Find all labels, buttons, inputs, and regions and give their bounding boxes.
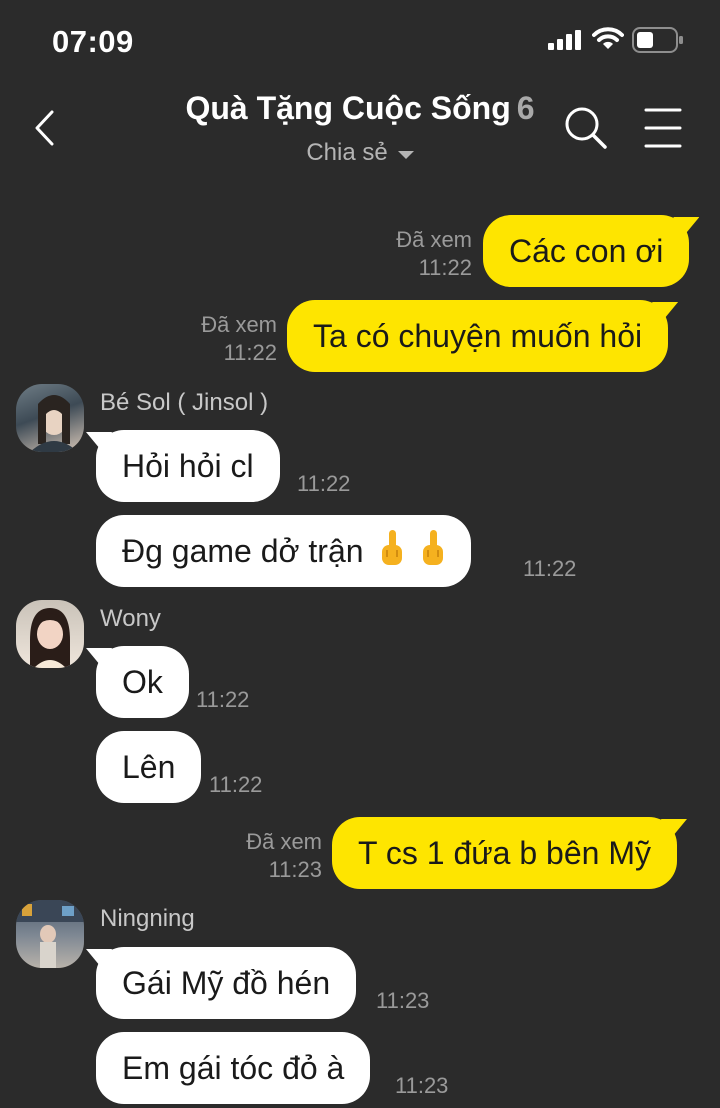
avatar[interactable] xyxy=(16,600,84,668)
incoming-message-bubble[interactable]: Hỏi hỏi cl xyxy=(96,430,280,502)
middle-finger-emoji xyxy=(423,530,444,565)
chat-title[interactable]: Quà Tặng Cuộc Sống 6 xyxy=(100,90,620,127)
outgoing-message-bubble[interactable]: Các con ơi xyxy=(483,215,690,287)
avatar-image xyxy=(16,900,84,968)
avatar[interactable] xyxy=(16,900,84,968)
chevron-left-icon xyxy=(35,110,54,146)
outgoing-message-bubble[interactable]: Ta có chuyện muốn hỏi xyxy=(287,300,669,372)
read-receipt: Đã xem xyxy=(246,829,322,854)
search-icon xyxy=(565,107,607,149)
hamburger-menu-icon xyxy=(644,108,682,148)
back-button[interactable] xyxy=(24,106,64,150)
message-time: 11:22 xyxy=(196,687,250,712)
status-time: 07:09 xyxy=(52,24,134,59)
incoming-message-bubble[interactable]: Em gái tóc đỏ à xyxy=(96,1032,371,1104)
chat-header: Quà Tặng Cuộc Sống 6 Chia sẻ xyxy=(0,84,720,184)
message-time: 11:23 xyxy=(376,988,430,1013)
chat-title-text: Quà Tặng Cuộc Sống xyxy=(185,90,511,126)
message-text: Đg game dở trận xyxy=(122,533,364,569)
message-time: 11:22 xyxy=(297,471,351,496)
sender-name: Wony xyxy=(100,605,161,632)
message-time: 11:22 xyxy=(523,556,577,581)
search-button[interactable] xyxy=(562,104,610,152)
sender-name: Bé Sol ( Jinsol ) xyxy=(100,389,269,416)
incoming-message-bubble[interactable]: Lên xyxy=(96,731,202,803)
subtitle-text: Chia sẻ xyxy=(306,139,388,166)
chevron-down-icon xyxy=(397,151,414,159)
battery-icon xyxy=(632,27,683,53)
avatar-image xyxy=(30,608,70,668)
incoming-message-bubble[interactable]: Gái Mỹ đồ hén xyxy=(96,947,357,1019)
incoming-message-bubble[interactable]: Đg game dở trận xyxy=(96,515,472,587)
avatar[interactable] xyxy=(16,384,84,452)
read-receipt: Đã xem xyxy=(201,312,277,337)
signal-icon xyxy=(548,30,581,50)
middle-finger-emoji xyxy=(382,530,403,565)
sender-name: Ningning xyxy=(100,905,195,932)
avatar-image xyxy=(30,395,78,452)
outgoing-message-bubble[interactable]: T cs 1 đứa b bên Mỹ xyxy=(332,817,677,889)
message-list[interactable]: Đã xem 11:22 Các con ơi Đã xem 11:22 Ta … xyxy=(0,184,720,1108)
message-meta: Đã xem 11:23 xyxy=(210,828,322,884)
message-time: 11:23 xyxy=(395,1073,449,1098)
message-time: 11:22 xyxy=(418,255,472,280)
message-time: 11:22 xyxy=(209,772,263,797)
message-time: 11:22 xyxy=(223,340,277,365)
member-count: 6 xyxy=(516,90,535,126)
message-meta: Đã xem 11:22 xyxy=(165,311,277,367)
menu-button[interactable] xyxy=(640,104,686,152)
incoming-message-bubble[interactable]: Ok xyxy=(96,646,189,718)
wifi-icon xyxy=(592,27,624,49)
status-bar: 07:09 xyxy=(0,0,720,84)
message-time: 11:23 xyxy=(268,857,322,882)
read-receipt: Đã xem xyxy=(396,227,472,252)
message-meta: Đã xem 11:22 xyxy=(360,226,472,282)
subtitle-dropdown[interactable]: Chia sẻ xyxy=(250,136,470,170)
